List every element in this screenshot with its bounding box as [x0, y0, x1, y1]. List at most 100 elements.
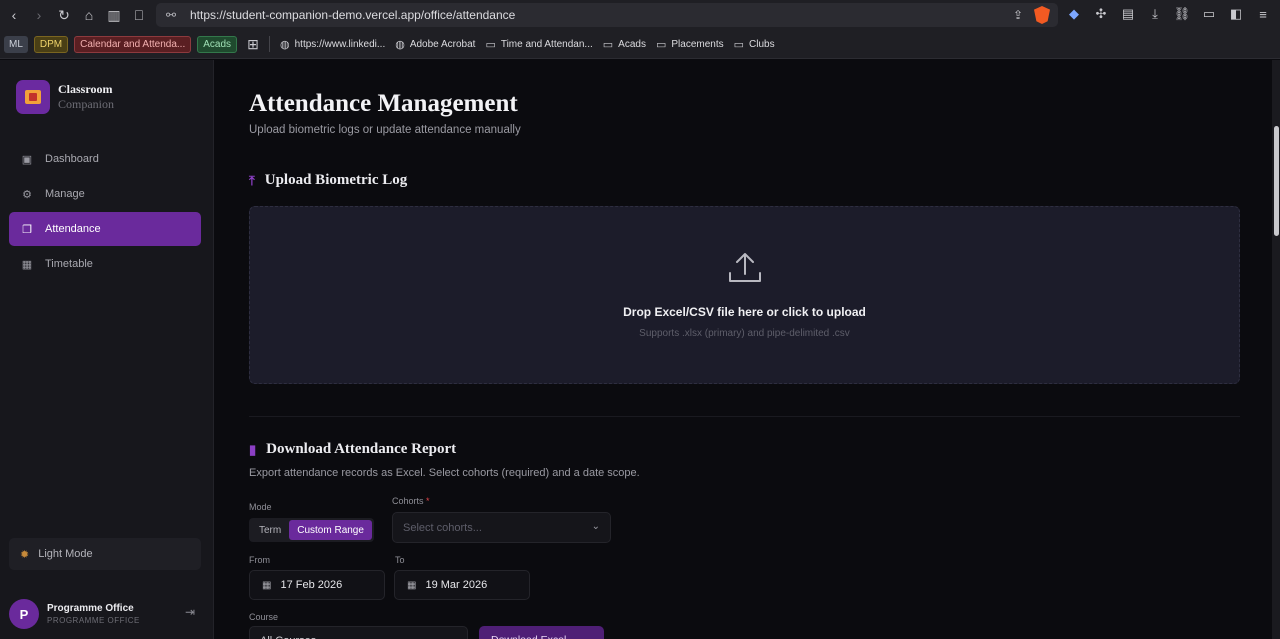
section-divider [249, 416, 1240, 417]
wallet-icon[interactable]: ▭ [1200, 5, 1218, 23]
light-mode-toggle[interactable]: ✹ Light Mode [9, 538, 201, 570]
forward-icon[interactable]: › [28, 4, 50, 26]
logout-icon[interactable]: ⇥ [185, 605, 195, 619]
bookmark-label: Time and Attendan... [500, 38, 593, 50]
bookmark-label: Placements [671, 38, 724, 50]
bookmark-folder-placements[interactable]: ▭ Placements [656, 38, 724, 51]
globe-icon: ◍ [395, 38, 405, 51]
from-date-value: 17 Feb 2026 [280, 579, 343, 591]
clipboard-icon: ❐ [22, 223, 32, 236]
bookmark-separator [269, 36, 271, 52]
brave-shields-icon[interactable] [1034, 6, 1050, 24]
sidebar-panel-icon[interactable]: ▥ [103, 4, 125, 26]
from-label: From [249, 555, 270, 565]
report-heading-text: Download Attendance Report [266, 441, 457, 457]
mode-custom-range-button[interactable]: Custom Range [289, 520, 372, 540]
bookmark-icon[interactable]: ⎕ [128, 4, 150, 26]
calendar-icon: ▦ [407, 579, 417, 591]
page-title: Attendance Management [249, 90, 518, 117]
download-icon[interactable]: ⤓ [1146, 5, 1164, 23]
upload-icon: ⤒ [249, 172, 255, 188]
bookmark-folder-acads[interactable]: ▭ Acads [603, 38, 646, 51]
share-icon[interactable]: ⇪ [1010, 7, 1026, 23]
chevron-down-icon: ⌄ [591, 521, 600, 532]
brand-title: Classroom [58, 82, 113, 96]
dropzone-hint: Supports .xlsx (primary) and pipe-delimi… [639, 328, 850, 339]
gear-icon: ⚙ [22, 188, 32, 201]
cohorts-placeholder: Select cohorts... [403, 521, 482, 534]
report-subtitle: Export attendance records as Excel. Sele… [249, 467, 640, 479]
menu-icon[interactable]: ≡ [1254, 5, 1272, 23]
sidebar-item-label: Dashboard [45, 153, 99, 165]
page-scrollbar[interactable] [1272, 60, 1280, 639]
sidebar-item-label: Attendance [45, 223, 101, 235]
address-bar[interactable]: ⚯ https://student-companion-demo.vercel.… [156, 3, 1058, 27]
brand[interactable]: Classroom Companion [16, 80, 114, 114]
cohorts-select[interactable]: Select cohorts... ⌄ [392, 512, 611, 543]
bookmark-chip-calendar[interactable]: Calendar and Attenda... [74, 35, 192, 53]
sidebar-nav: ▣ Dashboard ⚙ Manage ❐ Attendance ▦ Time… [9, 142, 201, 282]
user-profile[interactable]: P Programme Office PROGRAMME OFFICE ⇥ [9, 597, 201, 631]
back-icon[interactable]: ‹ [3, 4, 25, 26]
to-date-value: 19 Mar 2026 [425, 579, 488, 591]
upload-arrow-icon [729, 253, 761, 282]
to-date-picker[interactable]: ▦ 19 Mar 2026 [394, 570, 530, 600]
sidebar-item-dashboard[interactable]: ▣ Dashboard [9, 142, 201, 176]
sun-icon: ✹ [20, 548, 30, 561]
bookmark-folder-clubs[interactable]: ▭ Clubs [734, 38, 775, 51]
extensions-icon[interactable]: ✣ [1092, 5, 1110, 23]
sidebar-item-attendance[interactable]: ❐ Attendance [9, 212, 201, 246]
link-icon[interactable]: ⛓ [1173, 5, 1191, 23]
upload-section-heading: ⤒ Upload Biometric Log [249, 172, 407, 189]
mode-label: Mode [249, 502, 272, 512]
bookmark-folder-time[interactable]: ▭ Time and Attendan... [485, 38, 592, 51]
globe-icon: ◍ [280, 38, 290, 51]
calendar-icon: ▦ [262, 579, 272, 591]
url-text: https://student-companion-demo.vercel.ap… [190, 8, 516, 22]
upload-heading-text: Upload Biometric Log [264, 172, 408, 188]
from-date-picker[interactable]: ▦ 17 Feb 2026 [249, 570, 385, 600]
page-subtitle: Upload biometric logs or update attendan… [249, 124, 521, 136]
download-excel-button[interactable]: Download Excel [479, 626, 604, 639]
apps-grid-icon[interactable]: ⊞ [243, 36, 263, 53]
bookmarks-bar: ML DPM Calendar and Attenda... Acads ⊞ ◍… [0, 30, 1280, 59]
bookmark-label: Acads [618, 38, 646, 50]
bookmark-chip-dpm[interactable]: DPM [33, 35, 69, 53]
course-select[interactable]: All Courses [249, 626, 468, 639]
user-name: Programme Office [47, 603, 134, 614]
cohorts-label: Cohorts * [392, 496, 430, 506]
bookmark-label: Adobe Acrobat [409, 38, 476, 50]
bookmark-linkedin[interactable]: ◍ https://www.linkedi... [280, 38, 385, 51]
report-section-heading: ▮ Download Attendance Report [249, 441, 456, 458]
scrollbar-thumb[interactable] [1274, 126, 1279, 236]
calendar-icon: ▦ [21, 258, 33, 271]
app-sidebar: Classroom Companion ▣ Dashboard ⚙ Manage… [0, 60, 214, 639]
dashboard-icon: ▣ [21, 153, 33, 166]
bookmark-label: Clubs [749, 38, 775, 50]
folder-icon: ▭ [602, 38, 614, 51]
reading-list-icon[interactable]: ▤ [1119, 5, 1137, 23]
sidebar-item-manage[interactable]: ⚙ Manage [9, 177, 201, 211]
to-label: To [395, 555, 405, 565]
browser-toolbar: ‹ › ↻ ⌂ ▥ ⎕ ⚯ https://student-companion-… [0, 0, 1280, 30]
split-view-icon[interactable]: ◧ [1227, 5, 1245, 23]
site-settings-icon[interactable]: ⚯ [166, 8, 186, 22]
bar-chart-icon: ▮ [249, 441, 257, 457]
extension-shield-icon[interactable]: ◆ [1065, 5, 1083, 23]
reload-icon[interactable]: ↻ [53, 4, 75, 26]
sidebar-item-timetable[interactable]: ▦ Timetable [9, 247, 201, 281]
sidebar-item-label: Manage [45, 188, 85, 200]
app-logo-icon [16, 80, 50, 114]
light-mode-label: Light Mode [38, 548, 93, 560]
bookmark-adobe[interactable]: ◍ Adobe Acrobat [395, 38, 475, 51]
folder-icon: ▭ [485, 38, 496, 51]
bookmark-chip-acads[interactable]: Acads [197, 35, 238, 53]
avatar: P [9, 599, 39, 629]
home-icon[interactable]: ⌂ [78, 4, 100, 26]
sidebar-item-label: Timetable [45, 258, 93, 270]
bookmark-chip-ml[interactable]: ML [4, 35, 28, 53]
folder-icon: ▭ [733, 38, 745, 51]
mode-term-button[interactable]: Term [251, 520, 289, 540]
file-dropzone[interactable]: Drop Excel/CSV file here or click to upl… [249, 206, 1240, 384]
dropzone-text: Drop Excel/CSV file here or click to upl… [623, 305, 866, 319]
